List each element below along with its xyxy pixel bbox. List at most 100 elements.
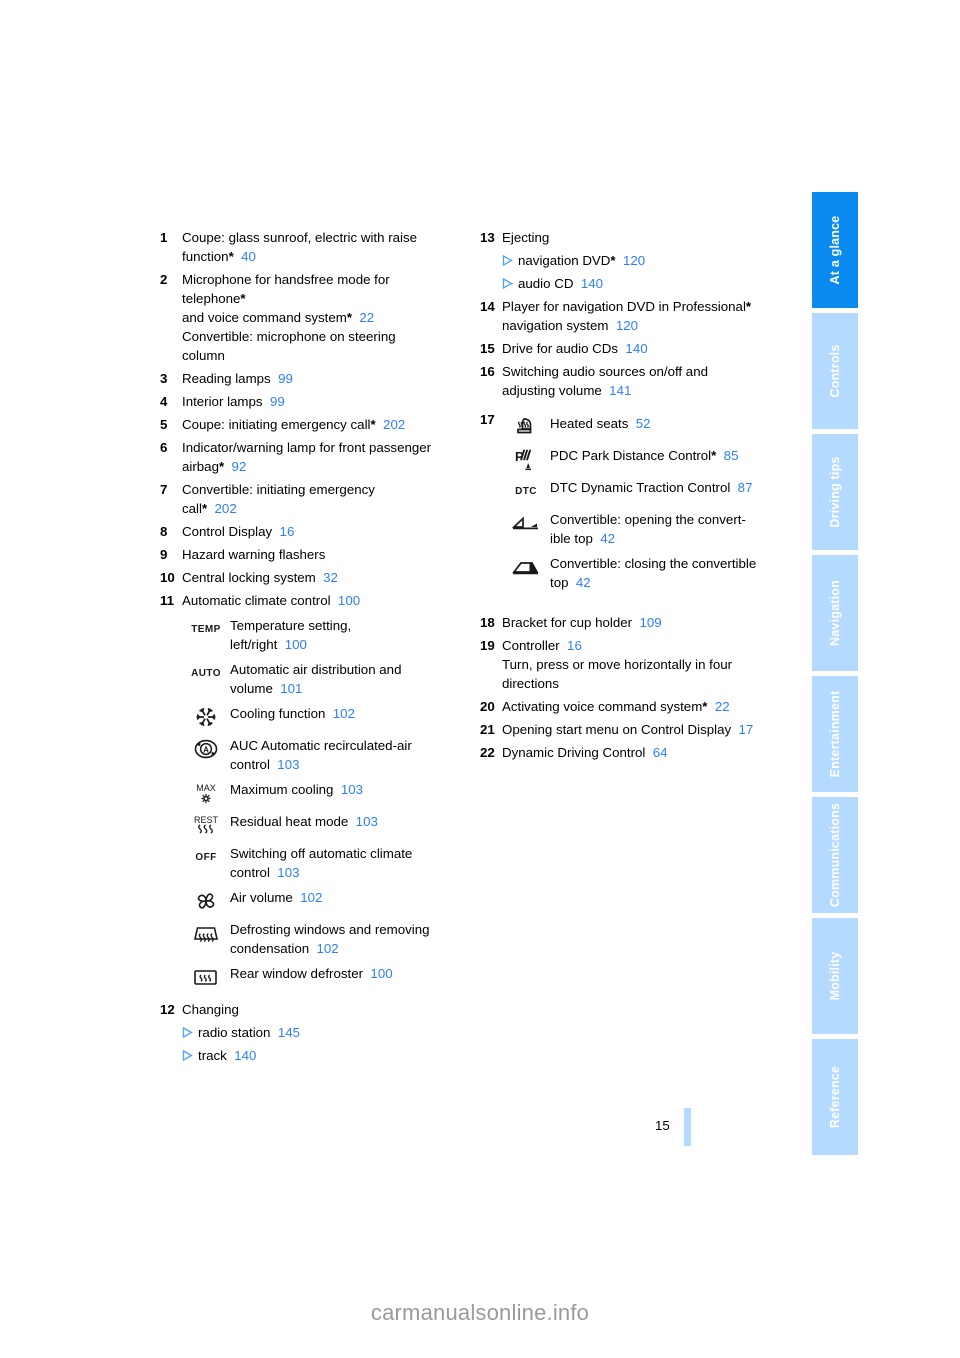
page-reference[interactable]: 22 (352, 310, 374, 325)
page-reference[interactable]: 100 (363, 966, 392, 981)
list-item: 15 Drive for audio CDs 140 (480, 339, 800, 358)
page-reference[interactable]: 85 (716, 448, 739, 463)
item-line-text: control (230, 757, 270, 772)
item-line-text: condensation (230, 941, 310, 956)
icon-list-row: AUTO Automatic air distribution and volume… (182, 659, 465, 698)
icon-row-text: Rear window defroster 100 (230, 963, 465, 983)
list-item-17: 17 Heated seats 52 P PDC Park Distance Cont… (480, 408, 800, 597)
item-line-text: Defrosting windows and removing (230, 922, 430, 937)
text-line: navigation system 120 (502, 316, 800, 335)
sidebar-tab-at-a-glance[interactable]: At a glance (812, 192, 858, 308)
text-line: Control Display 16 (182, 522, 465, 541)
page-reference[interactable]: 102 (325, 706, 355, 721)
page-reference[interactable]: 101 (273, 681, 302, 696)
page-reference[interactable]: 17 (731, 722, 754, 737)
page-reference[interactable]: 22 (707, 699, 730, 714)
page-reference[interactable]: 109 (632, 615, 661, 630)
item-line-text: top (550, 575, 569, 590)
icon-list-row: REST Residual heat mode 103 (182, 811, 465, 838)
sidebar-tab-navigation[interactable]: Navigation (812, 555, 858, 671)
list-item: 7 Convertible: initiating emergency call* … (160, 480, 465, 518)
page-reference[interactable]: 42 (569, 575, 591, 590)
item-line-text: ible top (550, 531, 593, 546)
sidebar-tab-driving-tips[interactable]: Driving tips (812, 434, 858, 550)
list-item: 9 Hazard warning flashers (160, 545, 465, 564)
page-reference[interactable]: 64 (645, 745, 668, 760)
item-text: Coupe: glass sunroof, electric with rais… (182, 228, 465, 266)
sidebar-tab-label: Navigation (828, 580, 842, 646)
page-reference[interactable]: 102 (309, 941, 338, 956)
page-reference[interactable]: 120 (616, 253, 645, 268)
item-line-text: Convertible: initiating emergency (182, 482, 375, 497)
item-line-text: PDC Park Distance Control (550, 448, 712, 463)
page-reference[interactable]: 42 (593, 531, 615, 546)
page-reference[interactable]: 103 (270, 865, 299, 880)
icon-list-row: DTC DTC Dynamic Traction Control 87 (502, 477, 800, 504)
off-icon: OFF (182, 843, 230, 870)
page-reference[interactable]: 103 (348, 814, 378, 829)
page-reference[interactable]: 52 (628, 416, 651, 431)
item-line-text: and voice command system (182, 310, 347, 325)
page-reference[interactable]: 141 (602, 383, 631, 398)
page-reference[interactable]: 99 (271, 371, 293, 386)
page-reference[interactable]: 145 (270, 1025, 300, 1040)
page-reference[interactable]: 140 (573, 276, 603, 291)
item-line-text: DTC Dynamic Traction Control (550, 480, 731, 495)
text-line: Automatic air distribution and (230, 660, 465, 679)
text-line: Activating voice command system* 22 (502, 697, 800, 716)
text-line: Drive for audio CDs 140 (502, 339, 800, 358)
page-reference[interactable]: 16 (560, 638, 582, 653)
text-line: Maximum cooling 103 (230, 780, 465, 799)
page-reference[interactable]: 92 (224, 459, 247, 474)
text-line: top 42 (550, 573, 800, 592)
page-reference[interactable]: 32 (316, 570, 338, 585)
sidebar-tab-entertainment[interactable]: Entertainment (812, 676, 858, 792)
icon-list-row: Defrosting windows and removing condensat… (182, 919, 465, 958)
text-line: directions (502, 674, 800, 693)
list-item: 18 Bracket for cup holder 109 (480, 613, 800, 632)
text-line: Convertible: initiating emergency (182, 480, 465, 499)
page-reference[interactable]: 103 (333, 782, 363, 797)
page-reference[interactable]: 100 (277, 637, 307, 652)
sidebar-tab-communications[interactable]: Communications (812, 797, 858, 913)
page-reference[interactable]: 140 (227, 1048, 256, 1063)
item-number: 18 (480, 615, 495, 630)
item-text: Changing (182, 1002, 239, 1017)
item-text: Automatic climate control 100 (182, 591, 465, 610)
snowflake-icon (182, 703, 230, 730)
page-reference[interactable]: 202 (207, 501, 237, 516)
item-text: Central locking system 32 (182, 568, 465, 587)
page-reference[interactable]: 120 (608, 318, 638, 333)
page-reference[interactable]: 40 (234, 249, 256, 264)
text-line: Player for navigation DVD in Professiona… (502, 297, 800, 316)
page-reference[interactable]: 140 (618, 341, 647, 356)
page-reference[interactable]: 102 (293, 890, 322, 905)
sub-bullet: track 140 (182, 1046, 465, 1065)
page-reference[interactable]: 99 (263, 394, 285, 409)
item-number: 11 (160, 593, 175, 608)
sidebar-tab-reference[interactable]: Reference (812, 1039, 858, 1155)
site-watermark: carmanualsonline.info (370, 1300, 590, 1325)
sub-bullet: audio CD 140 (502, 274, 800, 293)
text-line: Air volume 102 (230, 888, 465, 907)
convertible-top-open-icon (502, 509, 550, 536)
page-reference[interactable]: 103 (270, 757, 299, 772)
icon-row-text: AUC Automatic recirculated-air control 10… (230, 735, 465, 774)
list-item: 8 Control Display 16 (160, 522, 465, 541)
page-reference[interactable]: 87 (730, 480, 753, 495)
page-reference[interactable]: 202 (376, 417, 405, 432)
text-line: and voice command system* 22 (182, 308, 465, 327)
text-line: Heated seats 52 (550, 414, 800, 433)
sidebar-tab-controls[interactable]: Controls (812, 313, 858, 429)
text-line: adjusting volume 141 (502, 381, 800, 400)
page-reference[interactable]: 100 (331, 593, 360, 608)
text-line: Coupe: initiating emergency call* 202 (182, 415, 465, 434)
page-reference[interactable]: 16 (272, 524, 295, 539)
item-line-text: Coupe: initiating emergency call (182, 417, 371, 432)
item-number: 13 (480, 230, 495, 245)
sidebar-tab-mobility[interactable]: Mobility (812, 918, 858, 1034)
item-text: Switching audio sources on/off and adjust… (502, 362, 800, 400)
item-number: 14 (480, 299, 495, 314)
control-icon-list: Heated seats 52 P PDC Park Distance Contro… (502, 408, 800, 597)
sub-bullet-text: track 140 (198, 1046, 465, 1065)
